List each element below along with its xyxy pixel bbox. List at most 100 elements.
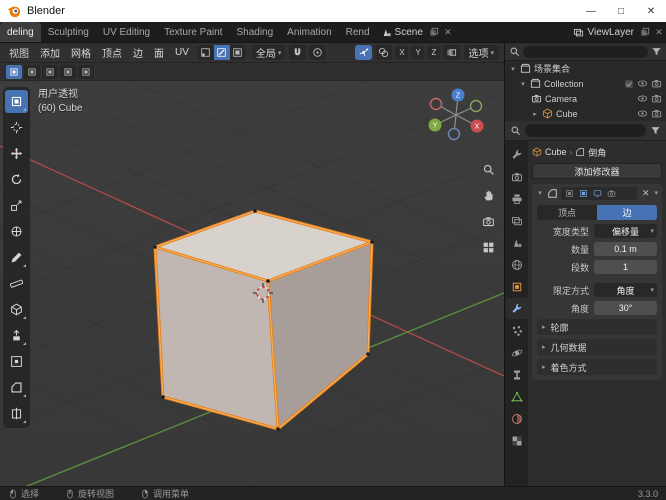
realtime-toggle[interactable] [591, 187, 603, 199]
snap-toggle-button[interactable] [289, 45, 307, 60]
minimize-button[interactable]: — [576, 0, 606, 22]
workspace-tab-rendering[interactable]: Rend [339, 22, 377, 42]
maximize-button[interactable]: □ [606, 0, 636, 22]
outliner-row-cube[interactable]: ▸ Cube [505, 106, 666, 121]
menu-edge[interactable]: 边 [128, 45, 148, 60]
transform-orientation-dropdown[interactable]: 全局 ▾ [251, 45, 286, 60]
menu-face[interactable]: 面 [149, 45, 169, 60]
outliner-row-scene-collection[interactable]: ▾ 场景集合 [505, 61, 666, 76]
breadcrumb-object[interactable]: Cube [532, 147, 567, 157]
hide-eye-icon[interactable] [637, 108, 648, 119]
tool-annotate[interactable] [5, 246, 28, 269]
tab-scene[interactable] [506, 232, 528, 253]
modifier-close-button[interactable]: ✕ [640, 188, 652, 199]
segments-field[interactable]: 1 [594, 260, 657, 274]
section-shading[interactable]: ▸ 着色方式 [537, 359, 657, 375]
mirror-x-button[interactable]: X [395, 46, 409, 59]
limit-method-dropdown[interactable]: 角度 ▾ [594, 283, 657, 297]
close-button[interactable]: ✕ [636, 0, 666, 22]
select-mode-vertex-button[interactable] [198, 45, 214, 60]
tab-render[interactable] [506, 166, 528, 187]
expand-arrow-icon[interactable]: ▾ [519, 80, 527, 88]
viewport[interactable]: X Y Z 用户透视 (60) Cube [0, 81, 504, 486]
disable-render-camera-icon[interactable] [651, 108, 662, 119]
disable-render-camera-icon[interactable] [651, 78, 662, 89]
viewport-canvas[interactable]: X Y Z [0, 81, 504, 486]
menu-add[interactable]: 添加 [35, 45, 65, 60]
tab-world[interactable] [506, 254, 528, 275]
panel-expand-icon[interactable]: ▾ [536, 189, 544, 197]
tab-modifiers[interactable] [505, 298, 528, 319]
tab-view-layer[interactable] [506, 210, 528, 231]
select-op-invert-button[interactable] [60, 64, 76, 79]
tool-inset-faces[interactable] [5, 350, 28, 373]
filter-funnel-icon[interactable] [651, 46, 662, 57]
tab-particles[interactable] [506, 320, 528, 341]
tool-add-cube[interactable] [5, 298, 28, 321]
workspace-tab-animation[interactable]: Animation [280, 22, 338, 42]
outliner-filter-input[interactable] [523, 45, 648, 58]
workspace-tab-shading[interactable]: Shading [229, 22, 280, 42]
tool-bevel[interactable] [5, 376, 28, 399]
scene-new-button[interactable] [427, 22, 441, 42]
render-toggle[interactable] [605, 187, 617, 199]
gizmo-x-negative[interactable] [429, 97, 443, 111]
expand-arrow-icon[interactable]: ▾ [509, 65, 517, 73]
menu-view[interactable]: 视图 [4, 45, 34, 60]
edit-mode-toggle[interactable] [577, 187, 589, 199]
select-mode-edge-button[interactable] [213, 45, 230, 60]
tab-physics[interactable] [506, 342, 528, 363]
tab-texture[interactable] [506, 430, 528, 451]
tool-move[interactable] [5, 142, 28, 165]
scene-unlink-button[interactable]: ✕ [441, 22, 455, 42]
tool-loop-cut[interactable] [5, 402, 28, 425]
checkbox-icon[interactable] [624, 79, 634, 89]
tool-transform[interactable] [5, 220, 28, 243]
tab-output[interactable] [506, 188, 528, 209]
width-type-dropdown[interactable]: 偏移量 ▾ [594, 224, 657, 238]
tab-material[interactable] [506, 408, 528, 429]
select-op-set-button[interactable] [6, 64, 22, 79]
affect-vertices-tab[interactable]: 顶点 [537, 205, 597, 220]
workspace-tab-modeling[interactable]: deling [0, 22, 41, 42]
camera-view-button[interactable] [480, 213, 497, 230]
gizmo-z-negative[interactable] [447, 127, 461, 141]
amount-field[interactable]: 0.1 m [594, 242, 657, 256]
hide-eye-icon[interactable] [637, 78, 648, 89]
workspace-tab-sculpting[interactable]: Sculpting [41, 22, 96, 42]
scene-selector[interactable]: Scene [377, 22, 427, 42]
tab-tool[interactable] [506, 144, 528, 165]
select-op-extend-button[interactable] [24, 64, 40, 79]
mirror-z-button[interactable]: Z [427, 46, 441, 59]
affect-edges-tab[interactable]: 边 [597, 205, 657, 220]
tool-scale[interactable] [5, 194, 28, 217]
modifier-extras-menu[interactable]: ▾ [654, 189, 658, 197]
select-op-subtract-button[interactable] [42, 64, 58, 79]
angle-field[interactable]: 30° [594, 301, 657, 315]
view-layer-selector[interactable]: ViewLayer [569, 22, 638, 42]
tool-select-box[interactable] [5, 90, 28, 113]
workspace-tab-uv-editing[interactable]: UV Editing [96, 22, 157, 42]
view-layer-new-button[interactable] [638, 22, 652, 42]
section-profile[interactable]: ▸ 轮廓 [537, 319, 657, 335]
outliner-row-camera[interactable]: Camera [505, 91, 666, 106]
tool-cursor[interactable] [5, 116, 28, 139]
add-modifier-button[interactable]: 添加修改器 [532, 163, 662, 179]
modifier-name-field[interactable] [561, 186, 637, 200]
view-layer-remove-button[interactable]: ✕ [652, 22, 666, 42]
zoom-button[interactable] [480, 161, 497, 178]
select-mode-face-button[interactable] [230, 45, 246, 60]
gizmo-y-negative[interactable] [469, 99, 483, 113]
workspace-tab-texture-paint[interactable]: Texture Paint [157, 22, 229, 42]
toggle-perspective-button[interactable] [480, 239, 497, 256]
tool-measure[interactable] [5, 272, 28, 295]
menu-uv[interactable]: UV [170, 47, 194, 58]
show-overlays-button[interactable] [375, 45, 393, 60]
expand-arrow-icon[interactable]: ▸ [531, 110, 539, 118]
mirror-y-button[interactable]: Y [411, 46, 425, 59]
breadcrumb-modifier[interactable]: 倒角 [575, 146, 606, 159]
section-geometry[interactable]: ▸ 几何数据 [537, 339, 657, 355]
xray-toggle-button[interactable] [443, 45, 461, 60]
filter-funnel-icon[interactable] [650, 125, 661, 136]
cube-mesh[interactable] [153, 209, 374, 431]
